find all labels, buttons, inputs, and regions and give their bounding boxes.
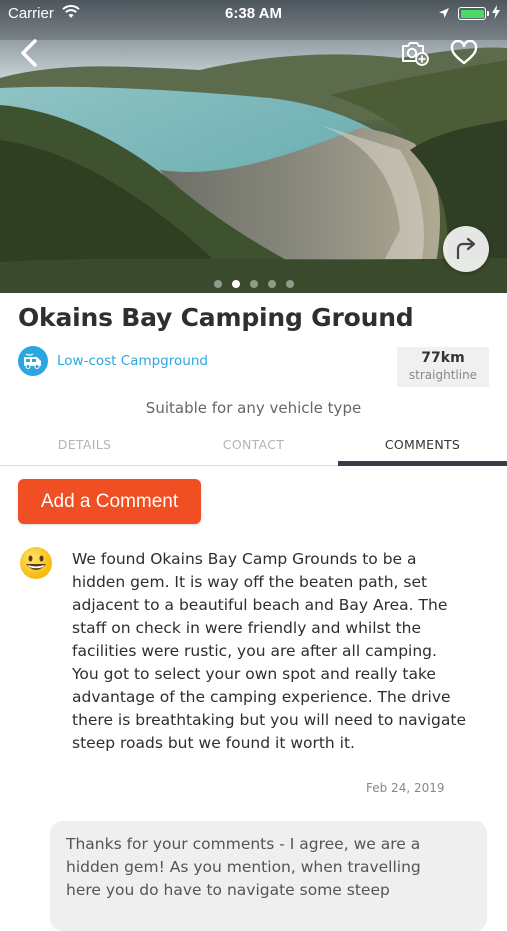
carousel-dot[interactable] [285, 280, 294, 288]
battery-icon [458, 7, 486, 20]
carousel-dots[interactable] [0, 280, 507, 288]
tab-bar: DETAILS CONTACT COMMENTS [0, 427, 507, 466]
campervan-icon [18, 346, 48, 376]
carousel-dot[interactable] [267, 280, 276, 288]
charging-bolt-icon [492, 5, 500, 22]
add-comment-button[interactable]: Add a Comment [18, 479, 201, 524]
campground-type: Low-cost Campground [18, 346, 208, 376]
carousel-dot[interactable] [213, 280, 222, 288]
grinning-face-icon [19, 546, 53, 580]
reply-text: Thanks for your comments - I agree, we a… [66, 835, 421, 899]
heart-icon[interactable] [448, 38, 480, 68]
carousel-dot-active[interactable] [231, 280, 240, 288]
owner-reply: Thanks for your comments - I agree, we a… [50, 821, 487, 931]
distance-value: 77km [421, 350, 465, 366]
comment-text: We found Okains Bay Camp Grounds to be a… [72, 550, 466, 752]
hero-image[interactable]: Carrier 6:38 AM [0, 0, 507, 293]
distance-unit-label: straightline [408, 368, 478, 382]
campground-type-label[interactable]: Low-cost Campground [57, 353, 208, 369]
status-bar: Carrier 6:38 AM [0, 0, 507, 28]
carousel-dot[interactable] [249, 280, 258, 288]
battery-tip [487, 11, 489, 16]
comment-date: Feb 24, 2019 [366, 781, 445, 795]
tab-details[interactable]: DETAILS [0, 427, 169, 465]
tab-comments[interactable]: COMMENTS [338, 427, 507, 466]
bay-landscape-photo [0, 0, 507, 293]
campground-title: Okains Bay Camping Ground [18, 303, 414, 332]
share-arrow-icon[interactable] [443, 226, 489, 272]
clock: 6:38 AM [225, 5, 282, 22]
camera-add-icon[interactable] [400, 38, 430, 68]
back-arrow-icon[interactable] [14, 36, 44, 70]
location-arrow-icon [438, 6, 450, 23]
distance-badge: 77km straightline [397, 347, 489, 387]
tab-contact[interactable]: CONTACT [169, 427, 338, 465]
vehicle-suitability: Suitable for any vehicle type [145, 399, 362, 417]
